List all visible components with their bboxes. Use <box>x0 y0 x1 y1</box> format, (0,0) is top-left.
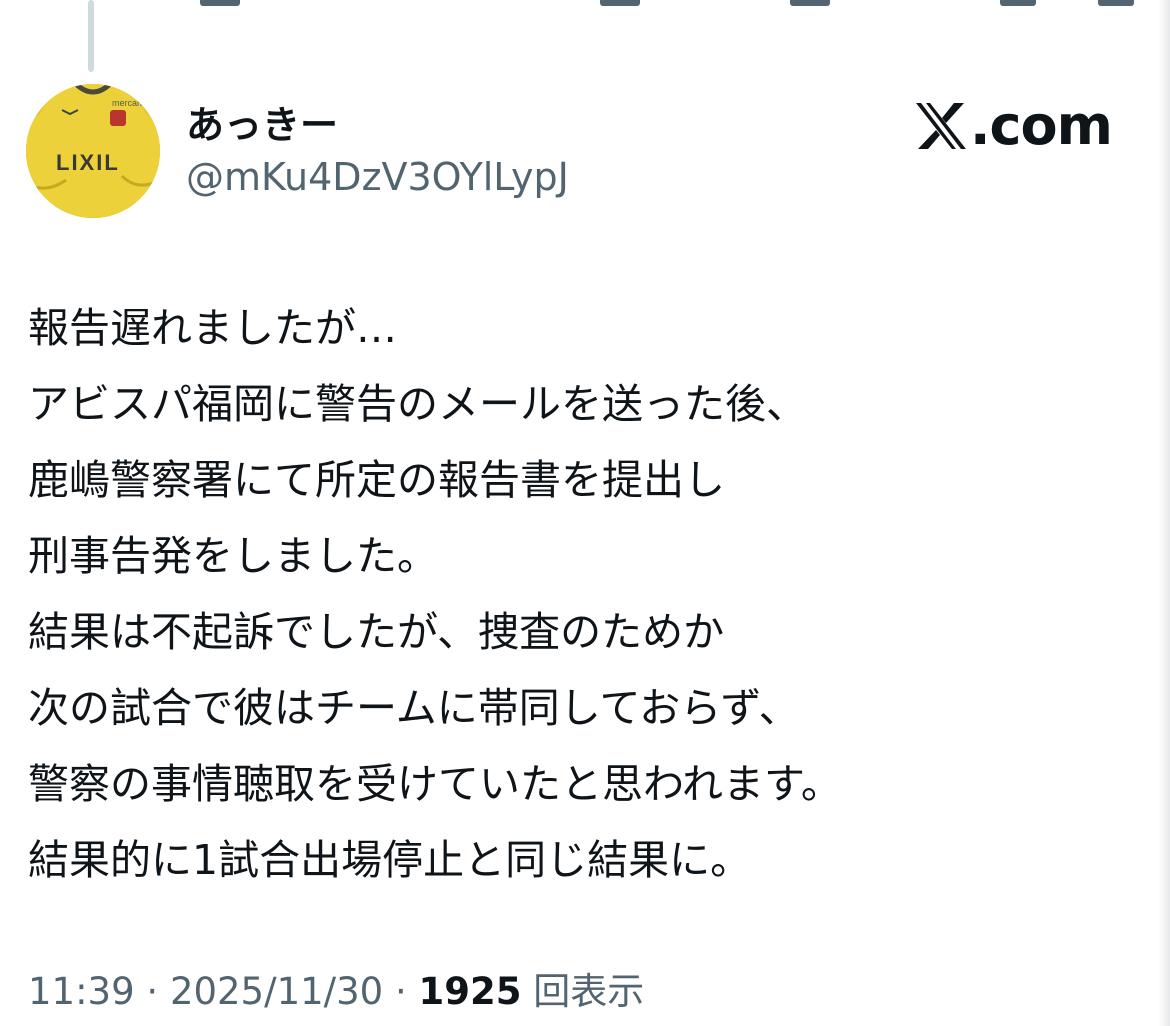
meta-separator: · <box>134 970 170 1013</box>
avatar-sponsor-text: mercari <box>112 98 142 108</box>
tweet-date[interactable]: 2025/11/30 <box>170 970 383 1013</box>
tweet-text: 報告遅れましたが… アビスパ福岡に警告のメールを送った後、 鹿嶋警察署にて所定の… <box>28 290 1128 898</box>
stats-icon[interactable] <box>790 0 830 6</box>
brand-watermark: .com <box>914 94 1113 157</box>
views-label: 回表示 <box>533 970 645 1013</box>
tweet-text-line: 結果的に1試合出場停止と同じ結果に。 <box>28 836 752 884</box>
meta-separator: · <box>383 970 419 1013</box>
brand-text: .com <box>970 94 1113 157</box>
tweet-detail: mercari LIXIL あっきー @mKu4DzV3OYlLypJ .com… <box>0 0 1170 1026</box>
action-bar-cutoff <box>0 0 1170 6</box>
tweet-text-line: 次の試合で彼はチームに帯同しておらず、 <box>28 684 800 732</box>
share-icon[interactable] <box>1098 0 1134 6</box>
tweet-text-line: 刑事告発をしました。 <box>28 532 438 580</box>
tweet-text-line: 警察の事情聴取を受けていたと思われます。 <box>28 760 842 808</box>
x-logo-icon <box>916 103 966 149</box>
avatar-shirt-text: LIXIL <box>56 150 120 175</box>
tweet-text-line: 報告遅れましたが… <box>28 304 397 352</box>
tweet-meta: 11:39 · 2025/11/30 · 1925 回表示 <box>28 964 644 1020</box>
tweet-text-line: 鹿嶋警察署にて所定の報告書を提出し <box>28 456 725 504</box>
tweet-text-line: 結果は不起訴でしたが、捜査のためか <box>28 608 725 656</box>
thread-connector-line <box>88 0 94 72</box>
reply-icon[interactable] <box>200 0 240 6</box>
avatar[interactable]: mercari LIXIL <box>26 84 160 218</box>
author-handle[interactable]: @mKu4DzV3OYlLypJ <box>186 152 569 202</box>
screen-edge <box>1158 0 1170 1026</box>
avatar-image: mercari LIXIL <box>26 84 160 218</box>
bookmark-icon[interactable] <box>1000 0 1036 6</box>
tweet-text-line: アビスパ福岡に警告のメールを送った後、 <box>28 380 807 428</box>
views-count: 1925 <box>418 970 522 1013</box>
author-display-name[interactable]: あっきー <box>186 100 338 150</box>
tweet-time[interactable]: 11:39 <box>28 970 135 1013</box>
repost-icon[interactable] <box>600 0 640 6</box>
